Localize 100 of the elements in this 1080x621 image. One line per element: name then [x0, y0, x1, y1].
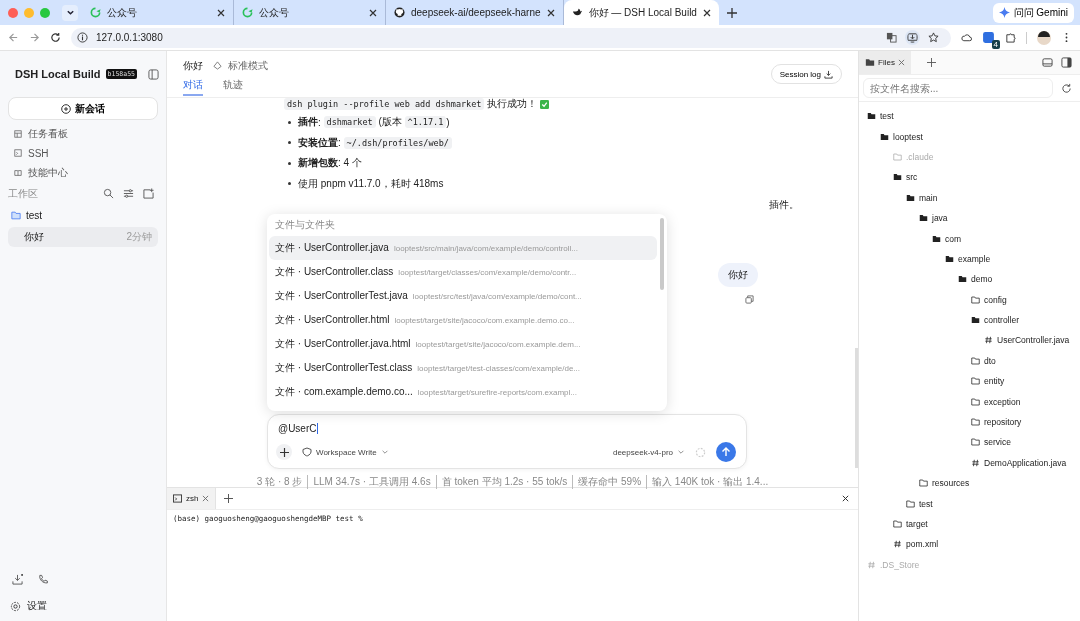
app-name: DSH Local Build — [15, 68, 101, 80]
close-tab-icon[interactable] — [546, 8, 555, 17]
new-tab-icon[interactable] — [726, 7, 737, 18]
download-icon — [824, 69, 833, 79]
tree-item[interactable]: looptest — [893, 131, 923, 142]
tree-item[interactable]: entity — [984, 376, 1005, 387]
tree-item[interactable]: UserController.java — [997, 335, 1070, 346]
tree-item[interactable]: demo — [971, 274, 993, 285]
right-panel-icon[interactable] — [1061, 57, 1072, 68]
model-dropdown[interactable]: deepseek-v4-pro — [612, 447, 685, 457]
tree-item[interactable]: test — [880, 111, 894, 122]
add-tab-icon[interactable] — [926, 58, 936, 67]
nav-item[interactable]: SSH — [28, 147, 49, 159]
tree-item[interactable]: src — [906, 172, 918, 183]
tree-item[interactable]: service — [984, 437, 1011, 448]
new-chat-button[interactable]: 新会话 — [8, 97, 158, 120]
loop-icon — [242, 7, 253, 18]
attach-button[interactable] — [276, 444, 292, 460]
refresh-icon[interactable] — [1061, 82, 1072, 94]
board-icon — [14, 129, 22, 138]
send-button[interactable] — [716, 442, 736, 462]
tree-item[interactable]: test — [919, 498, 933, 509]
workspace-folder[interactable]: test — [26, 210, 43, 221]
cloud-icon[interactable] — [961, 32, 972, 43]
hash-icon — [984, 336, 993, 345]
translate-icon[interactable] — [886, 32, 897, 43]
phone-icon[interactable] — [38, 573, 49, 585]
stat-text: 输入 140K tok · 输出 1.4... — [646, 475, 774, 489]
settings-item[interactable]: 设置 — [27, 599, 47, 613]
terminal-tab[interactable]: zsh — [186, 494, 199, 503]
download-icon[interactable] — [12, 573, 23, 585]
chat-title: 你好 — [183, 58, 203, 73]
session-title: 你好 — [24, 229, 44, 244]
file-suggestion[interactable]: 文件 · UserController.class looptest/target/classes/com/example/demo/contr... — [269, 260, 657, 284]
back-icon[interactable] — [8, 32, 19, 43]
forward-icon[interactable] — [29, 32, 40, 43]
profile-avatar[interactable] — [1037, 30, 1051, 45]
chat-tab[interactable]: 轨迹 — [223, 77, 243, 96]
diamond-icon — [213, 61, 222, 70]
tree-item[interactable]: pom.xml — [906, 539, 939, 550]
file-suggestion[interactable]: 文件 · UserController.java.html looptest/target/site/jacoco/com.example.dem... — [269, 332, 657, 356]
add-terminal-icon[interactable] — [224, 494, 234, 503]
tree-item[interactable]: example — [958, 253, 991, 264]
permission-dropdown[interactable]: Workspace Write — [302, 447, 389, 457]
reload-icon[interactable] — [50, 32, 61, 43]
close-tab-icon[interactable] — [217, 8, 225, 17]
install-icon[interactable] — [905, 30, 920, 45]
bottom-panel-icon[interactable] — [1042, 57, 1053, 68]
sidebar-toggle-icon[interactable] — [147, 68, 159, 80]
tree-item[interactable]: exception — [984, 396, 1021, 407]
info-icon[interactable] — [77, 32, 88, 43]
tree-item[interactable]: dto — [984, 355, 996, 366]
filter-icon[interactable] — [123, 188, 134, 199]
star-icon[interactable] — [928, 32, 939, 43]
session-item[interactable]: 你好 2分钟 — [8, 226, 158, 247]
bullet-dot — [288, 120, 291, 124]
close-icon[interactable] — [841, 494, 850, 503]
search-icon[interactable] — [103, 188, 114, 199]
file-suggestion[interactable]: 文件 · UserControllerTest.class looptest/target/test-classes/com/example/de... — [269, 356, 657, 380]
chevron-down-icon — [677, 448, 685, 456]
bold-text: 安装位置 — [298, 135, 338, 150]
tree-item[interactable]: repository — [984, 417, 1022, 428]
mode-label[interactable]: 标准模式 — [228, 58, 268, 73]
tree-item[interactable]: com — [945, 233, 962, 244]
spinner-icon — [695, 446, 706, 458]
tab-list-button[interactable] — [62, 4, 78, 21]
tree-item[interactable]: config — [984, 294, 1007, 305]
browser-tab[interactable]: 你好 — DSH Local Build — [563, 0, 719, 25]
message-text: 使用 pnpm v11.7.0，耗时 418ms — [298, 176, 444, 191]
file-suggestion[interactable]: 文件 · UserControllerTest.java looptest/src/test/java/com/example/demo/cont... — [269, 284, 657, 308]
tree-item[interactable]: resources — [932, 478, 970, 489]
tree-item[interactable]: DemoApplication.java — [984, 457, 1067, 468]
extension-badge: 4 — [991, 40, 1000, 49]
cat-icon — [394, 7, 405, 18]
check-icon — [540, 99, 550, 109]
tree-item[interactable]: controller — [984, 315, 1019, 326]
file-suggestion[interactable]: 文件 · UserController.java looptest/src/main/java/com/example/demo/controll... — [269, 236, 657, 260]
close-tab-icon[interactable] — [369, 8, 377, 17]
new-folder-icon[interactable] — [143, 188, 154, 199]
close-tab-icon[interactable] — [702, 8, 711, 17]
chat-tab[interactable]: 对话 — [183, 77, 203, 96]
gemini-button[interactable]: 问问 Gemini — [992, 2, 1074, 23]
session-log-button[interactable]: Session log — [770, 64, 842, 84]
message-text: 插件。 — [769, 198, 799, 212]
scrollbar[interactable] — [660, 218, 664, 290]
gear-icon[interactable] — [10, 600, 21, 612]
file-suggestion[interactable]: 文件 · UserController.html looptest/target/site/jacoco/com.example.demo.co... — [269, 308, 657, 332]
file-suggestion[interactable]: 文件 · com.example.demo.co... looptest/target/surefire-reports/com.exampl... — [269, 380, 657, 404]
files-tab[interactable]: Files — [878, 58, 895, 67]
tree-item[interactable]: main — [919, 192, 938, 203]
message-composer[interactable]: @UserC Workspace Write deepseek-v4-pro — [267, 414, 747, 469]
nav-item[interactable]: 技能中心 — [28, 165, 68, 180]
bullet-dot — [288, 141, 291, 145]
nav-item[interactable]: 任务看板 — [28, 126, 68, 141]
address-field[interactable]: 127.0.0.1:3080 — [96, 32, 163, 43]
file-search-field[interactable]: 按文件名搜索... — [863, 78, 1053, 98]
extension-icon[interactable] — [982, 31, 995, 44]
tree-item[interactable]: target — [906, 519, 928, 529]
tree-item[interactable]: java — [932, 213, 948, 224]
copy-icon[interactable] — [745, 295, 754, 304]
